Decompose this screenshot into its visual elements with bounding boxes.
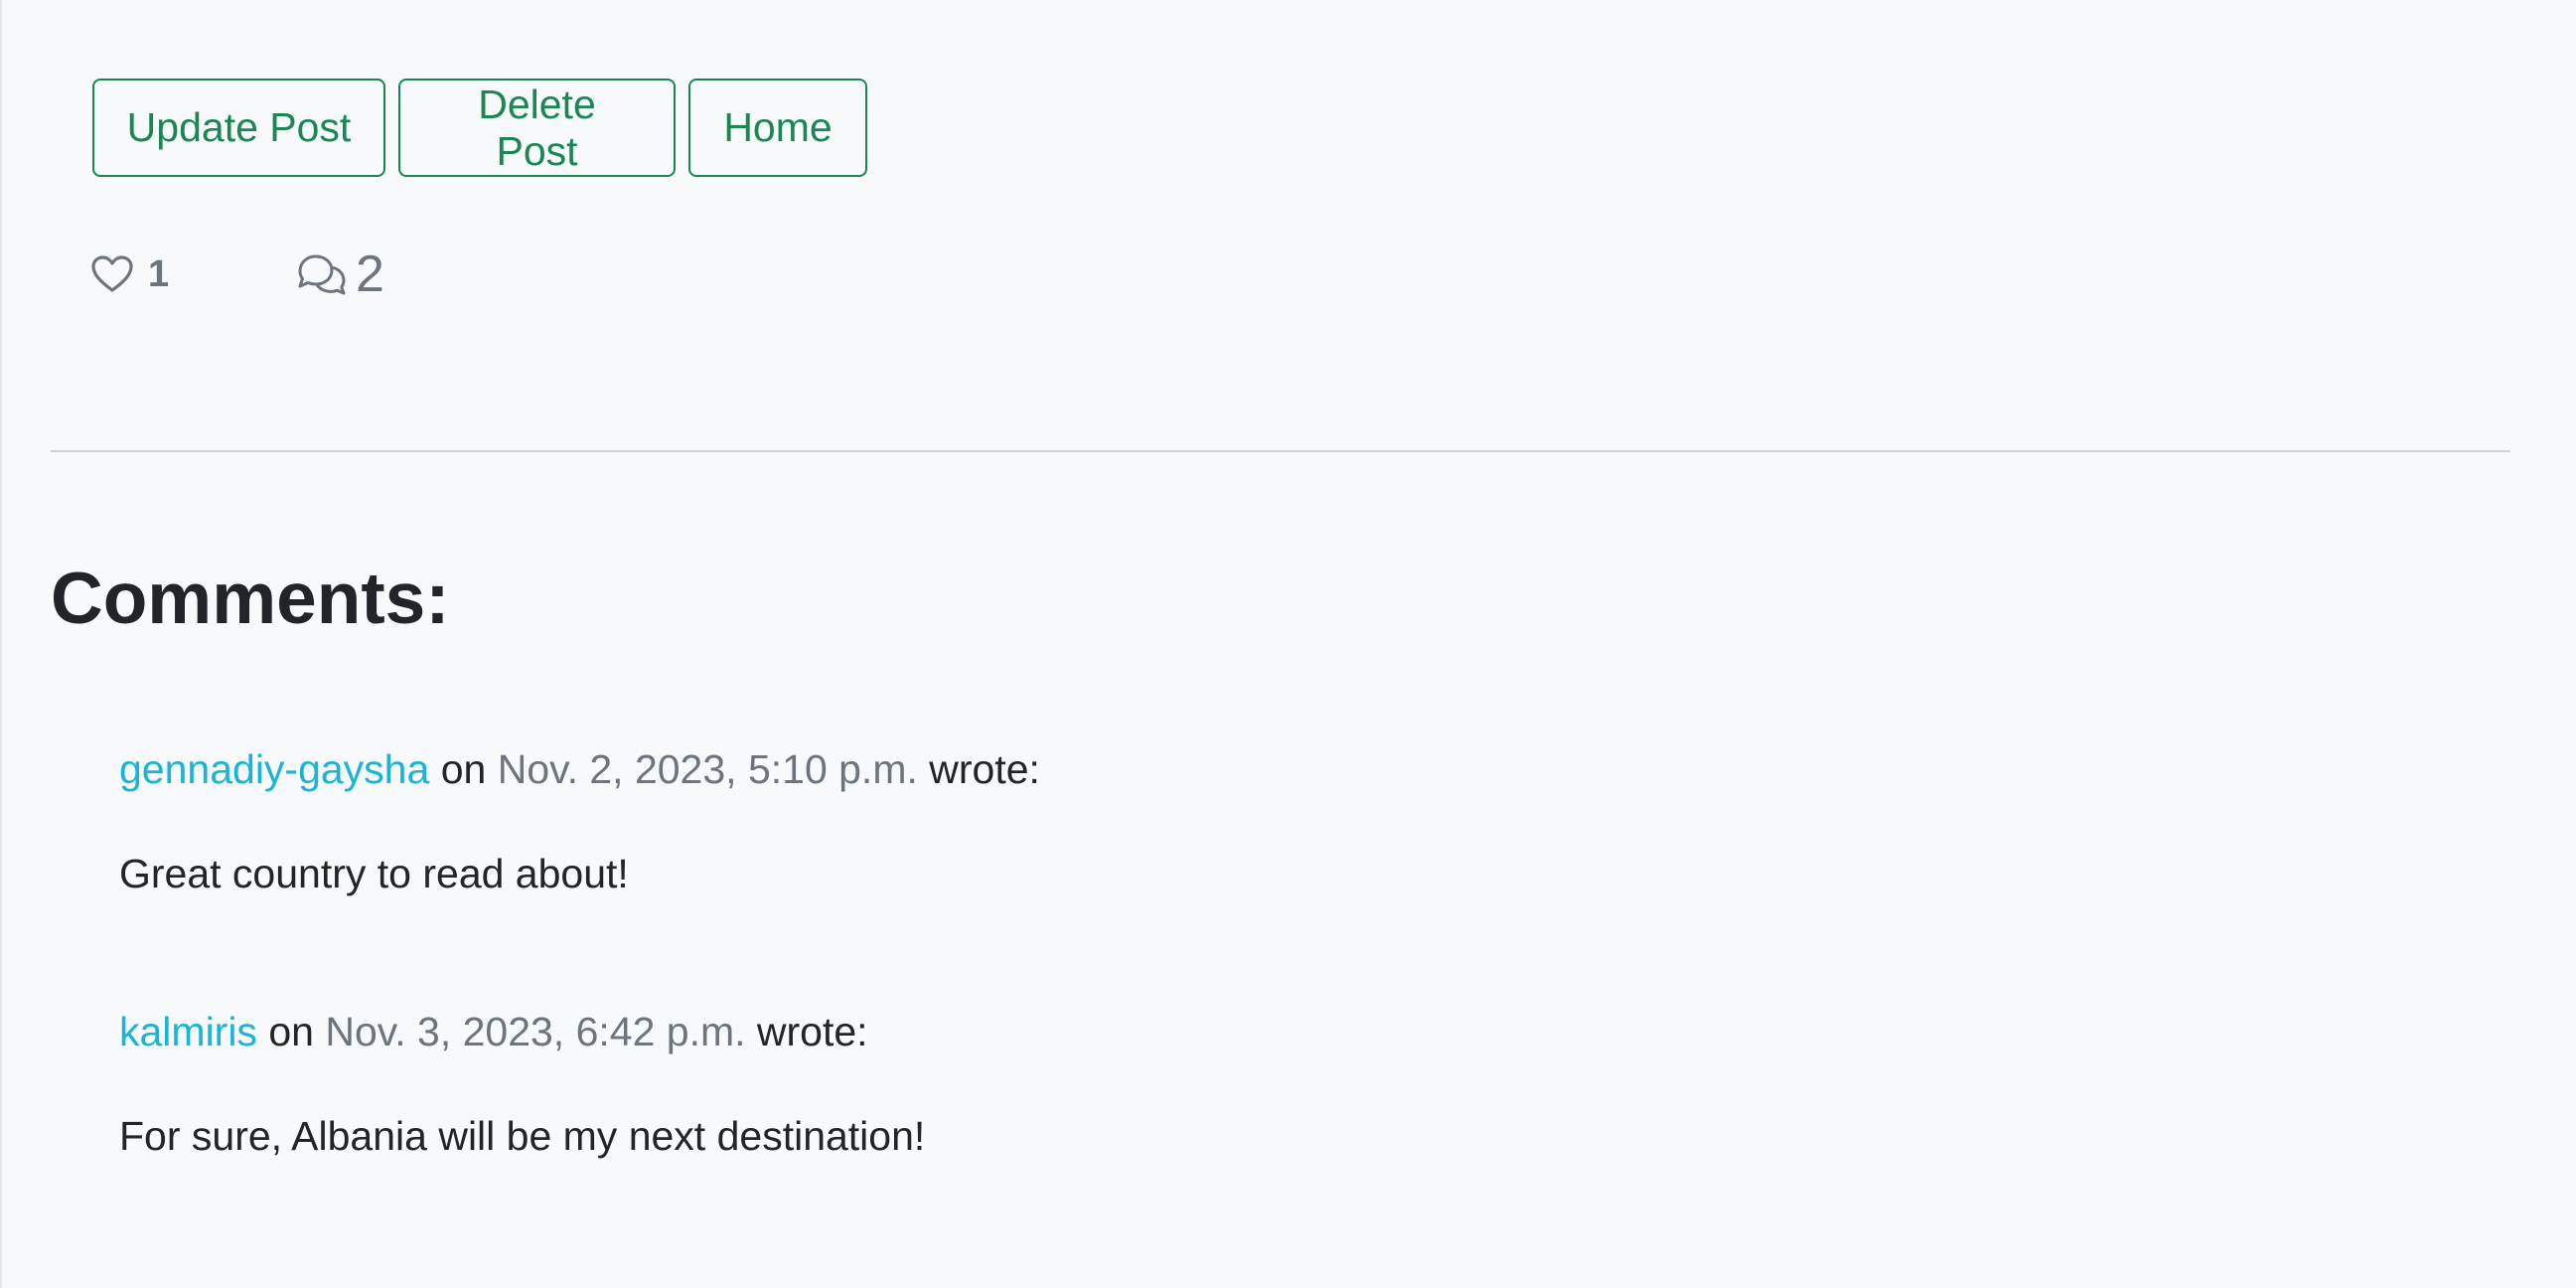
update-post-button[interactable]: Update Post (92, 79, 385, 177)
comment-on-word: on (268, 1009, 314, 1054)
post-stats: 1 2 (90, 242, 384, 306)
chat-bubbles-icon[interactable] (294, 251, 350, 297)
comment-author-link[interactable]: gennadiy-gaysha (119, 746, 429, 792)
comments-count: 2 (356, 245, 384, 303)
page-edge-rule (0, 0, 2, 1288)
section-divider (51, 450, 2510, 452)
comment-wrote-word: wrote: (929, 746, 1040, 792)
heart-icon[interactable] (90, 254, 134, 294)
comment-item: gennadiy-gaysha on Nov. 2, 2023, 5:10 p.… (119, 749, 1040, 894)
comment-on-word: on (440, 746, 487, 792)
comment-item: kalmiris on Nov. 3, 2023, 6:42 p.m. wrot… (119, 1012, 925, 1157)
comment-date: Nov. 2, 2023, 5:10 p.m. (497, 746, 918, 792)
comment-body: For sure, Albania will be my next destin… (119, 1113, 926, 1159)
comment-wrote-word: wrote: (756, 1009, 868, 1054)
comment-meta: gennadiy-gaysha on Nov. 2, 2023, 5:10 p.… (119, 749, 1040, 790)
post-actions: Update Post Delete Post Home (92, 79, 867, 177)
home-button[interactable]: Home (688, 79, 867, 177)
like-stat[interactable]: 1 (90, 253, 294, 296)
comment-author-link[interactable]: kalmiris (119, 1009, 257, 1054)
comment-meta: kalmiris on Nov. 3, 2023, 6:42 p.m. wrot… (119, 1012, 925, 1052)
comment-body: Great country to read about! (119, 851, 629, 896)
comments-heading: Comments: (51, 559, 450, 639)
comment-date: Nov. 3, 2023, 6:42 p.m. (325, 1009, 746, 1054)
comment-stat[interactable]: 2 (294, 244, 384, 304)
delete-post-button[interactable]: Delete Post (398, 79, 676, 177)
likes-count: 1 (148, 252, 170, 295)
